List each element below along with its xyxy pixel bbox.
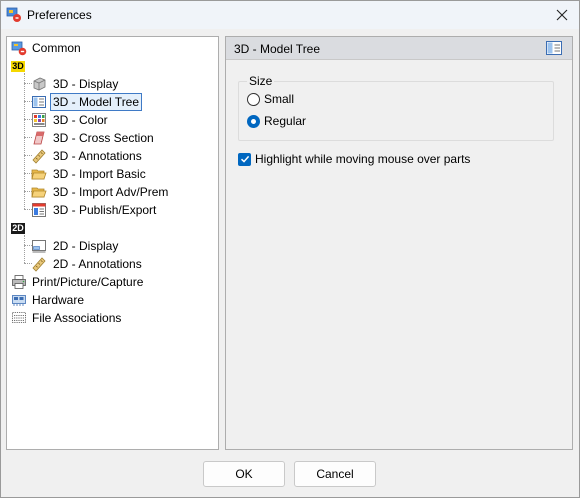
publish-export-icon <box>32 203 46 217</box>
tree-item-file-associations[interactable]: File Associations <box>11 309 123 327</box>
2d-display-icon <box>32 240 46 253</box>
size-small-radio[interactable] <box>247 92 260 106</box>
size-regular-radio[interactable] <box>247 114 260 128</box>
highlight-checkbox[interactable] <box>238 152 251 166</box>
size-group-legend: Size <box>247 74 275 88</box>
highlight-option[interactable]: Highlight while moving mouse over parts <box>238 152 470 166</box>
close-button[interactable] <box>545 1 579 29</box>
tree-item-print-picture-capture[interactable]: Print/Picture/Capture <box>11 273 145 291</box>
open-folder-icon <box>31 187 47 198</box>
panel-title: 3D - Model Tree <box>234 42 321 56</box>
checkmark-icon <box>240 155 249 163</box>
tree-connector <box>24 73 25 209</box>
model-tree-icon <box>32 96 46 108</box>
tree-item-label: 3D - Color <box>53 113 108 127</box>
tree-item-label: Hardware <box>32 293 85 307</box>
size-small-option[interactable]: Small <box>247 92 294 106</box>
tree-item-2d-display[interactable]: 2D - Display <box>31 237 120 255</box>
cancel-button[interactable]: Cancel <box>294 461 376 487</box>
tree-item-3d-cross-section[interactable]: 3D - Cross Section <box>31 129 156 147</box>
tree-item-label: 3D - Annotations <box>53 149 142 163</box>
size-groupbox: Size Small Regular <box>238 74 554 141</box>
size-regular-label: Regular <box>264 114 307 128</box>
tree-item-3d-import-adv-prem[interactable]: 3D - Import Adv/Prem <box>31 183 170 201</box>
tree-item-label: File Associations <box>32 311 122 325</box>
cross-section-icon <box>33 131 45 145</box>
window-title: Preferences <box>27 8 92 22</box>
tree-item-common[interactable]: Common <box>11 39 83 57</box>
tree-item-3d-import-basic[interactable]: 3D - Import Basic <box>31 165 148 183</box>
tree-item-3d-group[interactable]: 3D <box>11 57 25 75</box>
tree-item-label: Print/Picture/Capture <box>32 275 144 289</box>
tree-item-3d-annotations[interactable]: 3D - Annotations <box>31 147 144 165</box>
tree-item-label: 2D - Annotations <box>53 257 142 271</box>
tree-item-3d-color[interactable]: 3D - Color <box>31 111 110 129</box>
preferences-dialog: Preferences Common 3D 3D - Display 3D - … <box>0 0 580 498</box>
tree-item-3d-display[interactable]: 3D - Display <box>31 75 120 93</box>
panel-layout-icon[interactable] <box>546 41 562 55</box>
file-associations-icon <box>12 312 26 323</box>
ok-button[interactable]: OK <box>203 461 285 487</box>
tree-item-label: Common <box>32 41 81 55</box>
open-folder-icon <box>31 169 47 180</box>
cube-display-icon <box>33 77 46 91</box>
color-palette-icon <box>32 113 46 127</box>
tree-item-label: 3D - Publish/Export <box>53 203 157 217</box>
ruler-annotation-icon <box>32 257 46 272</box>
tree-item-2d-annotations[interactable]: 2D - Annotations <box>31 255 144 273</box>
common-settings-icon <box>11 41 27 56</box>
tree-item-label: 3D - Import Adv/Prem <box>53 185 169 199</box>
tree-item-hardware[interactable]: Hardware <box>11 291 86 309</box>
title-bar: Preferences <box>1 1 579 29</box>
tree-item-3d-publish-export[interactable]: 3D - Publish/Export <box>31 201 158 219</box>
hardware-chip-icon <box>12 295 26 306</box>
tree-connector <box>24 235 25 263</box>
preferences-app-icon <box>6 7 21 22</box>
tree-item-label: 3D - Model Tree <box>49 93 143 111</box>
3d-group-icon: 3D <box>11 60 25 72</box>
2d-group-icon: 2D <box>11 222 25 234</box>
tree-item-2d-group[interactable]: 2D <box>11 219 25 237</box>
tree-item-label: 3D - Cross Section <box>53 131 154 145</box>
printer-icon <box>12 275 26 289</box>
category-tree[interactable]: Common 3D 3D - Display 3D - Model Tree 3… <box>6 36 219 450</box>
tree-item-label: 3D - Display <box>53 77 119 91</box>
ruler-annotation-icon <box>32 149 46 164</box>
size-small-label: Small <box>264 92 295 106</box>
tree-item-label: 2D - Display <box>53 239 119 253</box>
size-regular-option[interactable]: Regular <box>247 114 306 128</box>
settings-panel: 3D - Model Tree Size Small Regular Highl… <box>225 36 573 450</box>
close-icon <box>556 9 568 21</box>
highlight-label: Highlight while moving mouse over parts <box>255 152 471 166</box>
tree-item-3d-model-tree[interactable]: 3D - Model Tree <box>31 93 143 111</box>
tree-item-label: 3D - Import Basic <box>53 167 146 181</box>
panel-header: 3D - Model Tree <box>226 37 572 60</box>
